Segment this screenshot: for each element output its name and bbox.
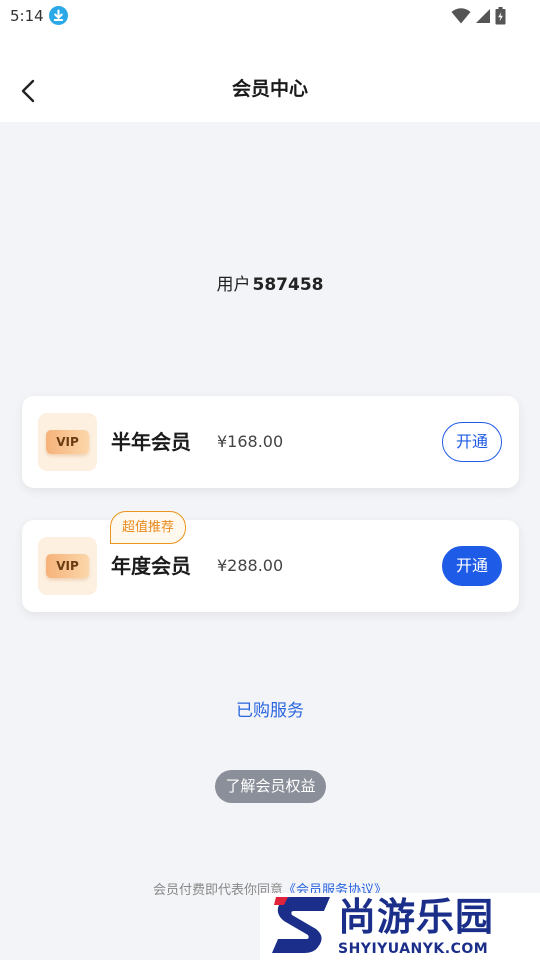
system-icons (451, 6, 506, 26)
vip-badge-icon: VIP (46, 430, 89, 454)
battery-icon (495, 7, 506, 25)
plan-price: ¥288.00 (217, 556, 284, 575)
watermark-logo: 尚游乐园 SHYIYUANYK.COM (260, 893, 540, 960)
plan-card-half-year: VIP 半年会员 ¥168.00 开通 (22, 396, 519, 488)
purchased-services-link[interactable]: 已购服务 (0, 699, 540, 723)
nav-bar: 会员中心 (0, 32, 540, 122)
watermark-domain: SHYIYUANYK.COM (338, 941, 489, 957)
learn-benefits-button[interactable]: 了解会员权益 (215, 770, 326, 803)
page-title: 会员中心 (231, 78, 308, 100)
plan-name: 年度会员 (111, 554, 191, 578)
plan-price: ¥168.00 (217, 432, 284, 451)
open-annual-button[interactable]: 开通 (442, 546, 502, 586)
brand-s-logo-icon (272, 897, 330, 953)
vip-badge-icon: VIP (46, 554, 89, 578)
signal-icon (476, 9, 490, 23)
watermark-brand: 尚游乐园 (338, 895, 495, 939)
status-time: 5:14 (10, 7, 44, 25)
plan-card-annual: VIP 年度会员 ¥288.00 开通 (22, 520, 519, 612)
recommended-tag: 超值推荐 (110, 511, 186, 544)
wifi-icon (451, 8, 471, 24)
user-id: 587458 (252, 275, 324, 295)
open-half-year-button[interactable]: 开通 (442, 422, 502, 462)
user-info: 用户 587458 (0, 273, 540, 297)
vip-icon-box: VIP (38, 537, 97, 595)
status-bar: 5:14 (0, 0, 540, 32)
user-prefix: 用户 (216, 275, 251, 295)
vip-icon-box: VIP (38, 413, 97, 471)
download-icon (49, 6, 68, 25)
plan-name: 半年会员 (111, 430, 191, 454)
